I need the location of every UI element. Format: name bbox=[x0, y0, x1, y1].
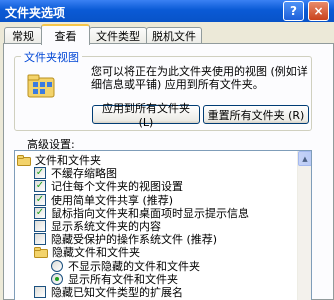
folder-views-title: 文件夹视图 bbox=[21, 49, 82, 65]
title-bar: 文件夹选项 ? × bbox=[0, 0, 334, 22]
view-tab-panel: 文件夹视图 您可以将正在为此文件夹使用的视图 (例如详细信息或平铺) 应用到所有… bbox=[3, 43, 334, 300]
folder-views-icon bbox=[27, 74, 55, 98]
tab-view[interactable]: 查看 bbox=[41, 24, 90, 45]
checkbox-row[interactable]: 隐藏已知文件类型的扩展名 bbox=[34, 285, 183, 299]
reset-all-folders-button[interactable]: 重置所有文件夹 (R) bbox=[203, 105, 309, 124]
tab-file-types[interactable]: 文件类型 bbox=[89, 27, 147, 44]
checkbox-unchecked[interactable] bbox=[34, 286, 46, 298]
checkbox-checked[interactable]: ✓ bbox=[34, 193, 46, 206]
window-title: 文件夹选项 bbox=[5, 6, 66, 20]
checkbox-checked[interactable]: ✓ bbox=[34, 167, 46, 180]
folder-views-group: 文件夹视图 您可以将正在为此文件夹使用的视图 (例如详细信息或平铺) 应用到所有… bbox=[14, 49, 312, 131]
help-button[interactable]: ? bbox=[283, 1, 304, 21]
tab-general[interactable]: 常规 bbox=[4, 27, 42, 44]
advanced-settings-list[interactable]: 文件和文件夹 ✓ 不缓存缩略图 ✓ 记住每个文件夹的视图设置 ✓ 使用简单文件共享 (推荐)… bbox=[14, 150, 312, 300]
apply-to-all-folders-button[interactable]: 应用到所有文件夹 (L) bbox=[92, 102, 200, 129]
scrollbar[interactable]: ▲ bbox=[297, 151, 311, 300]
scroll-up-arrow-icon[interactable]: ▲ bbox=[298, 151, 311, 166]
setting-label: 隐藏已知文件类型的扩展名 bbox=[51, 286, 183, 299]
radio-selected[interactable] bbox=[51, 272, 63, 285]
folder-icon bbox=[17, 154, 31, 166]
checkbox-unchecked[interactable] bbox=[34, 220, 46, 232]
checkbox-checked[interactable]: ✓ bbox=[34, 206, 46, 219]
folder-icon bbox=[34, 246, 48, 258]
checkbox-unchecked[interactable] bbox=[34, 233, 46, 246]
close-button[interactable]: × bbox=[308, 1, 329, 21]
radio-unselected[interactable] bbox=[51, 259, 63, 272]
tab-offline-files[interactable]: 脱机文件 bbox=[146, 27, 202, 44]
checkbox-checked[interactable]: ✓ bbox=[34, 180, 46, 193]
folder-views-description: 您可以将正在为此文件夹使用的视图 (例如详细信息或平铺) 应用到所有文件夹。 bbox=[91, 65, 308, 91]
